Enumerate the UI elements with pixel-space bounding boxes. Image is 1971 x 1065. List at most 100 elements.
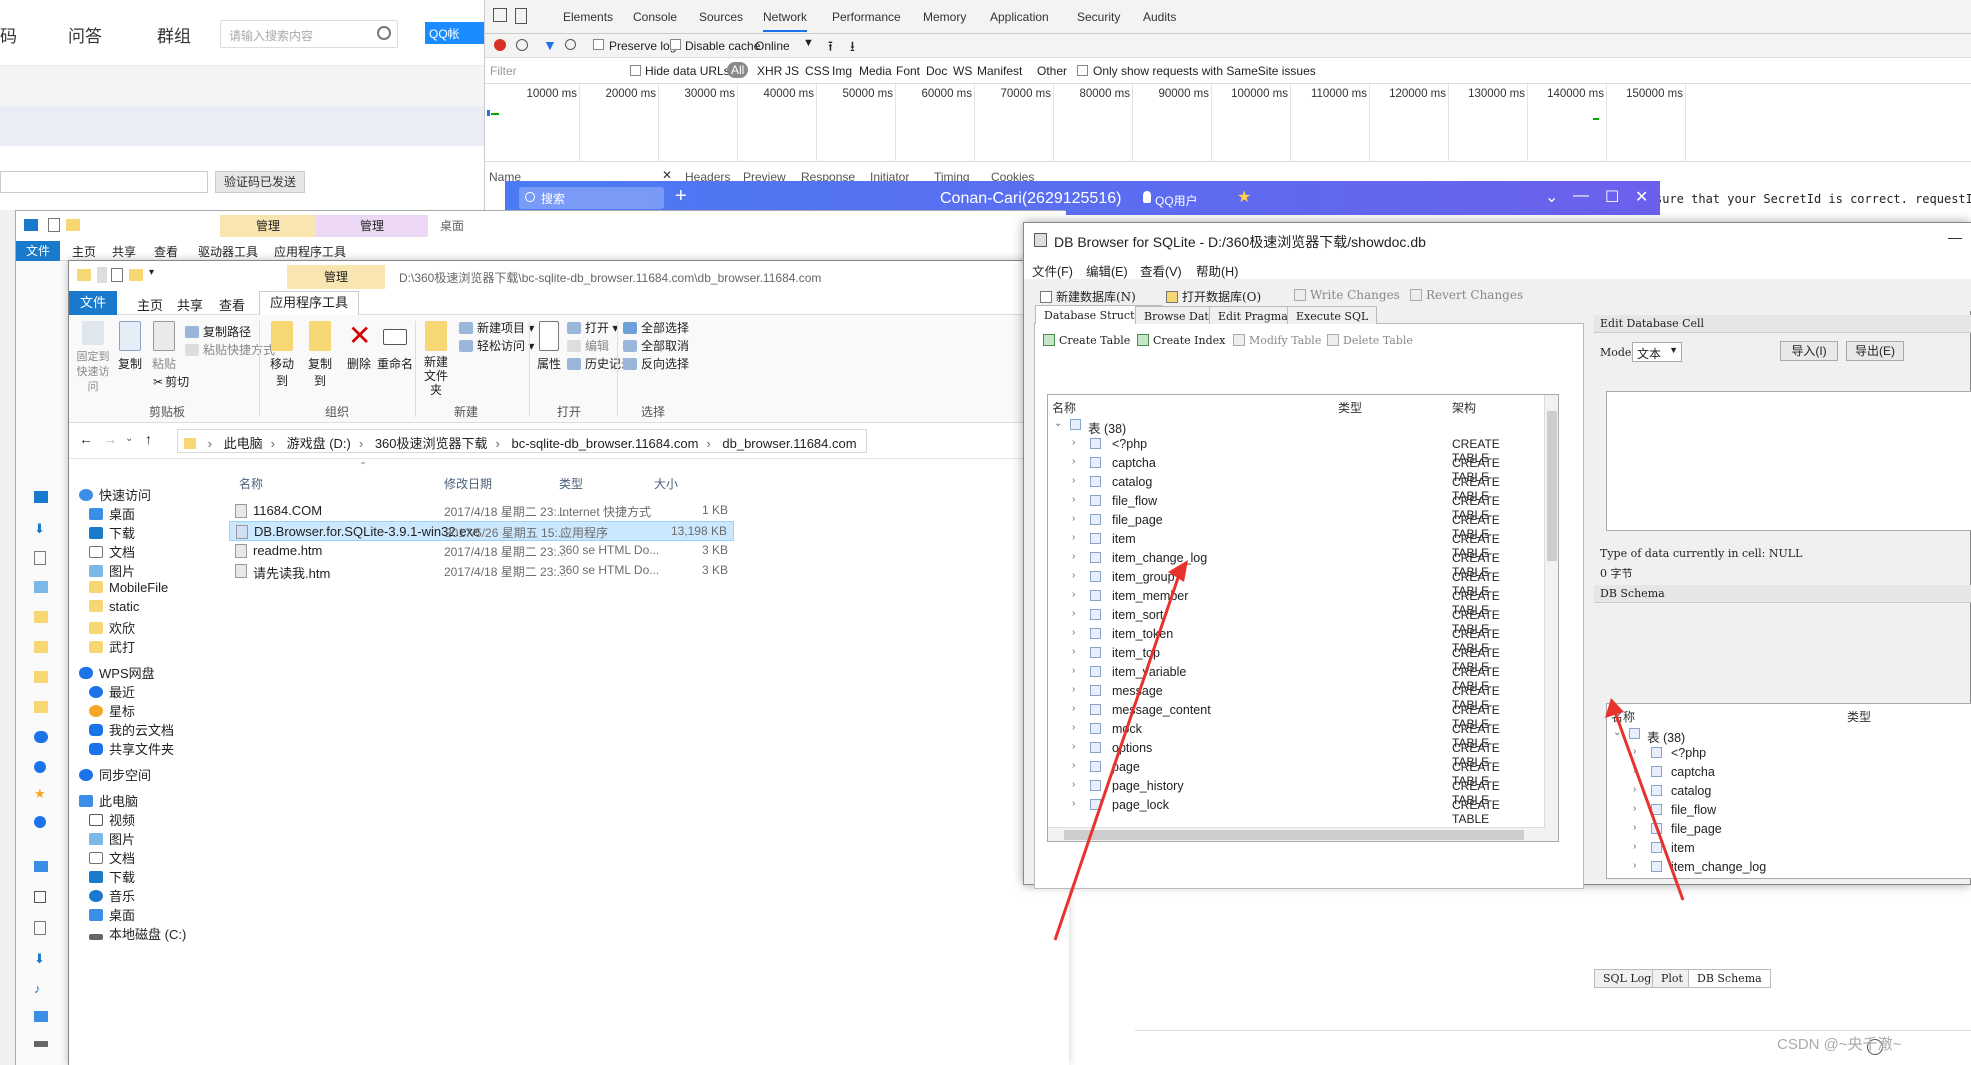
- column-header-name[interactable]: 名称: [239, 475, 263, 492]
- search-icon[interactable]: [565, 39, 576, 50]
- filter-media[interactable]: Media: [859, 64, 892, 78]
- tab-share[interactable]: 共享: [112, 243, 136, 260]
- nav-item[interactable]: 桌面: [89, 504, 135, 523]
- tab-performance[interactable]: Performance: [832, 10, 901, 24]
- new-item-button[interactable]: 新建项目 ▾: [459, 319, 534, 336]
- delete-button[interactable]: ✕ 删除: [345, 321, 373, 372]
- manage-tab[interactable]: 管理: [287, 265, 385, 289]
- tab-network[interactable]: Network: [763, 10, 808, 32]
- tab-sql-log[interactable]: SQL Log: [1594, 969, 1661, 988]
- easy-access-button[interactable]: 轻松访问 ▾: [459, 337, 534, 354]
- preserve-log-checkbox[interactable]: [593, 39, 604, 50]
- star-icon[interactable]: ★: [34, 786, 46, 802]
- tab-memory[interactable]: Memory: [923, 10, 966, 24]
- menu-help[interactable]: 帮助(H): [1196, 261, 1238, 280]
- menu-view[interactable]: 查看(V): [1140, 261, 1182, 280]
- table-row[interactable]: › item_sort CREATE TABLE: [1048, 606, 1538, 636]
- tab-execute-sql[interactable]: Execute SQL: [1287, 306, 1378, 324]
- table-row[interactable]: › item_token CREATE TABLE: [1048, 625, 1538, 655]
- nav-item[interactable]: 文档: [89, 542, 135, 561]
- mode-select[interactable]: 文本 ▼: [1632, 342, 1682, 362]
- qq-login-badge[interactable]: QQ帐: [425, 22, 484, 44]
- close-icon[interactable]: ✕: [1635, 187, 1648, 207]
- table-row[interactable]: › item_group CREATE TABLE: [1048, 568, 1538, 598]
- nav-item[interactable]: 共享文件夹: [89, 739, 174, 758]
- breadcrumb-item[interactable]: bc-sqlite-db_browser.11684.com: [512, 436, 699, 451]
- cloud-icon[interactable]: [34, 731, 48, 743]
- document-icon[interactable]: [34, 551, 46, 565]
- close-icon[interactable]: ✕: [662, 168, 672, 182]
- device-toolbar-icon[interactable]: [515, 8, 527, 24]
- table-row[interactable]: › captcha CREATE TABLE: [1048, 454, 1538, 484]
- copy-button[interactable]: 复制: [115, 321, 145, 372]
- edit-button[interactable]: 编辑: [567, 337, 609, 354]
- tab-file[interactable]: 文件: [16, 241, 60, 261]
- maximize-icon[interactable]: ☐: [1605, 187, 1619, 207]
- filter-manifest[interactable]: Manifest: [977, 64, 1022, 78]
- paste-button[interactable]: 粘贴: [149, 321, 179, 372]
- delete-table-button[interactable]: Delete Table: [1327, 334, 1413, 347]
- write-changes-button[interactable]: Write Changes: [1294, 288, 1400, 302]
- nav-item[interactable]: MobileFile: [89, 580, 168, 595]
- chevron-right-icon[interactable]: ›: [1072, 741, 1075, 752]
- nav-item[interactable]: 我的云文档: [89, 720, 174, 739]
- cell-editor-textarea[interactable]: [1606, 391, 1971, 531]
- filter-other[interactable]: Other: [1037, 64, 1067, 78]
- address-bar[interactable]: › 此电脑 › 游戏盘 (D:) › 360极速浏览器下载 › bc-sqlite-d…: [177, 429, 867, 453]
- tab-home[interactable]: 主页: [72, 243, 96, 260]
- chevron-down-icon[interactable]: ⌄: [1054, 418, 1062, 429]
- folder-icon[interactable]: [34, 671, 48, 683]
- column-header-name[interactable]: 名称: [1611, 708, 1635, 725]
- scrollbar-thumb[interactable]: [1064, 830, 1524, 840]
- schema-row[interactable]: › catalog: [1607, 782, 1971, 801]
- table-row[interactable]: › page_history CREATE TABLE: [1048, 777, 1538, 807]
- revert-changes-button[interactable]: Revert Changes: [1410, 288, 1523, 302]
- up-arrow-icon[interactable]: ↑: [145, 431, 152, 447]
- chevron-right-icon[interactable]: ›: [1633, 860, 1636, 871]
- table-row[interactable]: › item CREATE TABLE: [1048, 530, 1538, 560]
- network-timeline-overview[interactable]: 10000 ms 20000 ms 30000 ms 40000 ms 5000…: [485, 84, 1971, 162]
- properties-icon[interactable]: [111, 268, 123, 282]
- clear-icon[interactable]: [516, 39, 528, 51]
- chevron-right-icon[interactable]: ›: [1072, 627, 1075, 638]
- chevron-down-icon[interactable]: ▼: [803, 37, 814, 49]
- db-schema-tree[interactable]: 名称 类型 ⌄ 表 (38) › <?php › captcha › catalog › fi…: [1606, 703, 1971, 879]
- captcha-input[interactable]: [0, 171, 208, 193]
- qq-search-input[interactable]: 搜索: [519, 187, 664, 209]
- table-row[interactable]: › item_change_log CREATE TABLE: [1048, 549, 1538, 579]
- document-icon[interactable]: [34, 921, 46, 935]
- export-button[interactable]: 导出(E): [1846, 341, 1904, 361]
- folder-icon[interactable]: [34, 701, 48, 713]
- table-row[interactable]: › item_top CREATE TABLE: [1048, 644, 1538, 674]
- nav-link-groups[interactable]: 群组: [157, 22, 191, 47]
- folder-icon[interactable]: [34, 641, 48, 653]
- nav-sync-space[interactable]: 同步空间: [79, 765, 151, 784]
- download-icon[interactable]: ⬇: [34, 521, 45, 537]
- nav-item[interactable]: 图片: [89, 561, 135, 580]
- paste-shortcut-button[interactable]: 粘贴快捷方式: [185, 341, 275, 358]
- star-icon[interactable]: ★: [1237, 187, 1251, 207]
- chevron-right-icon[interactable]: ›: [1072, 494, 1075, 505]
- add-icon[interactable]: +: [675, 185, 687, 208]
- hide-data-urls-checkbox[interactable]: [630, 65, 641, 76]
- throttle-select[interactable]: Online: [755, 39, 790, 53]
- tab-elements[interactable]: Elements: [563, 10, 613, 24]
- disable-cache-checkbox[interactable]: [670, 39, 681, 50]
- nav-item[interactable]: 星标: [89, 701, 135, 720]
- tab-view[interactable]: 查看: [219, 295, 245, 314]
- chevron-right-icon[interactable]: ›: [1072, 589, 1075, 600]
- forward-arrow-icon[interactable]: →: [103, 431, 117, 447]
- chevron-down-icon[interactable]: ▾: [149, 267, 154, 278]
- table-row[interactable]: › page CREATE TABLE: [1048, 758, 1538, 788]
- tab-view[interactable]: 查看: [154, 243, 178, 260]
- column-header-type[interactable]: 类型: [1847, 708, 1871, 725]
- schema-row[interactable]: › file_flow: [1607, 801, 1971, 820]
- nav-item[interactable]: 下载: [89, 867, 135, 886]
- create-table-button[interactable]: Create Table: [1043, 334, 1130, 347]
- nav-item[interactable]: 视频: [89, 810, 135, 829]
- file-row[interactable]: 11684.COM 2017/4/18 星期二 23:... Internet …: [229, 501, 734, 521]
- filter-all[interactable]: All: [727, 62, 749, 78]
- tree-root-tables[interactable]: ⌄ 表 (38): [1048, 416, 1538, 436]
- nav-link-qa[interactable]: 问答: [68, 22, 102, 47]
- image-icon[interactable]: [34, 581, 48, 593]
